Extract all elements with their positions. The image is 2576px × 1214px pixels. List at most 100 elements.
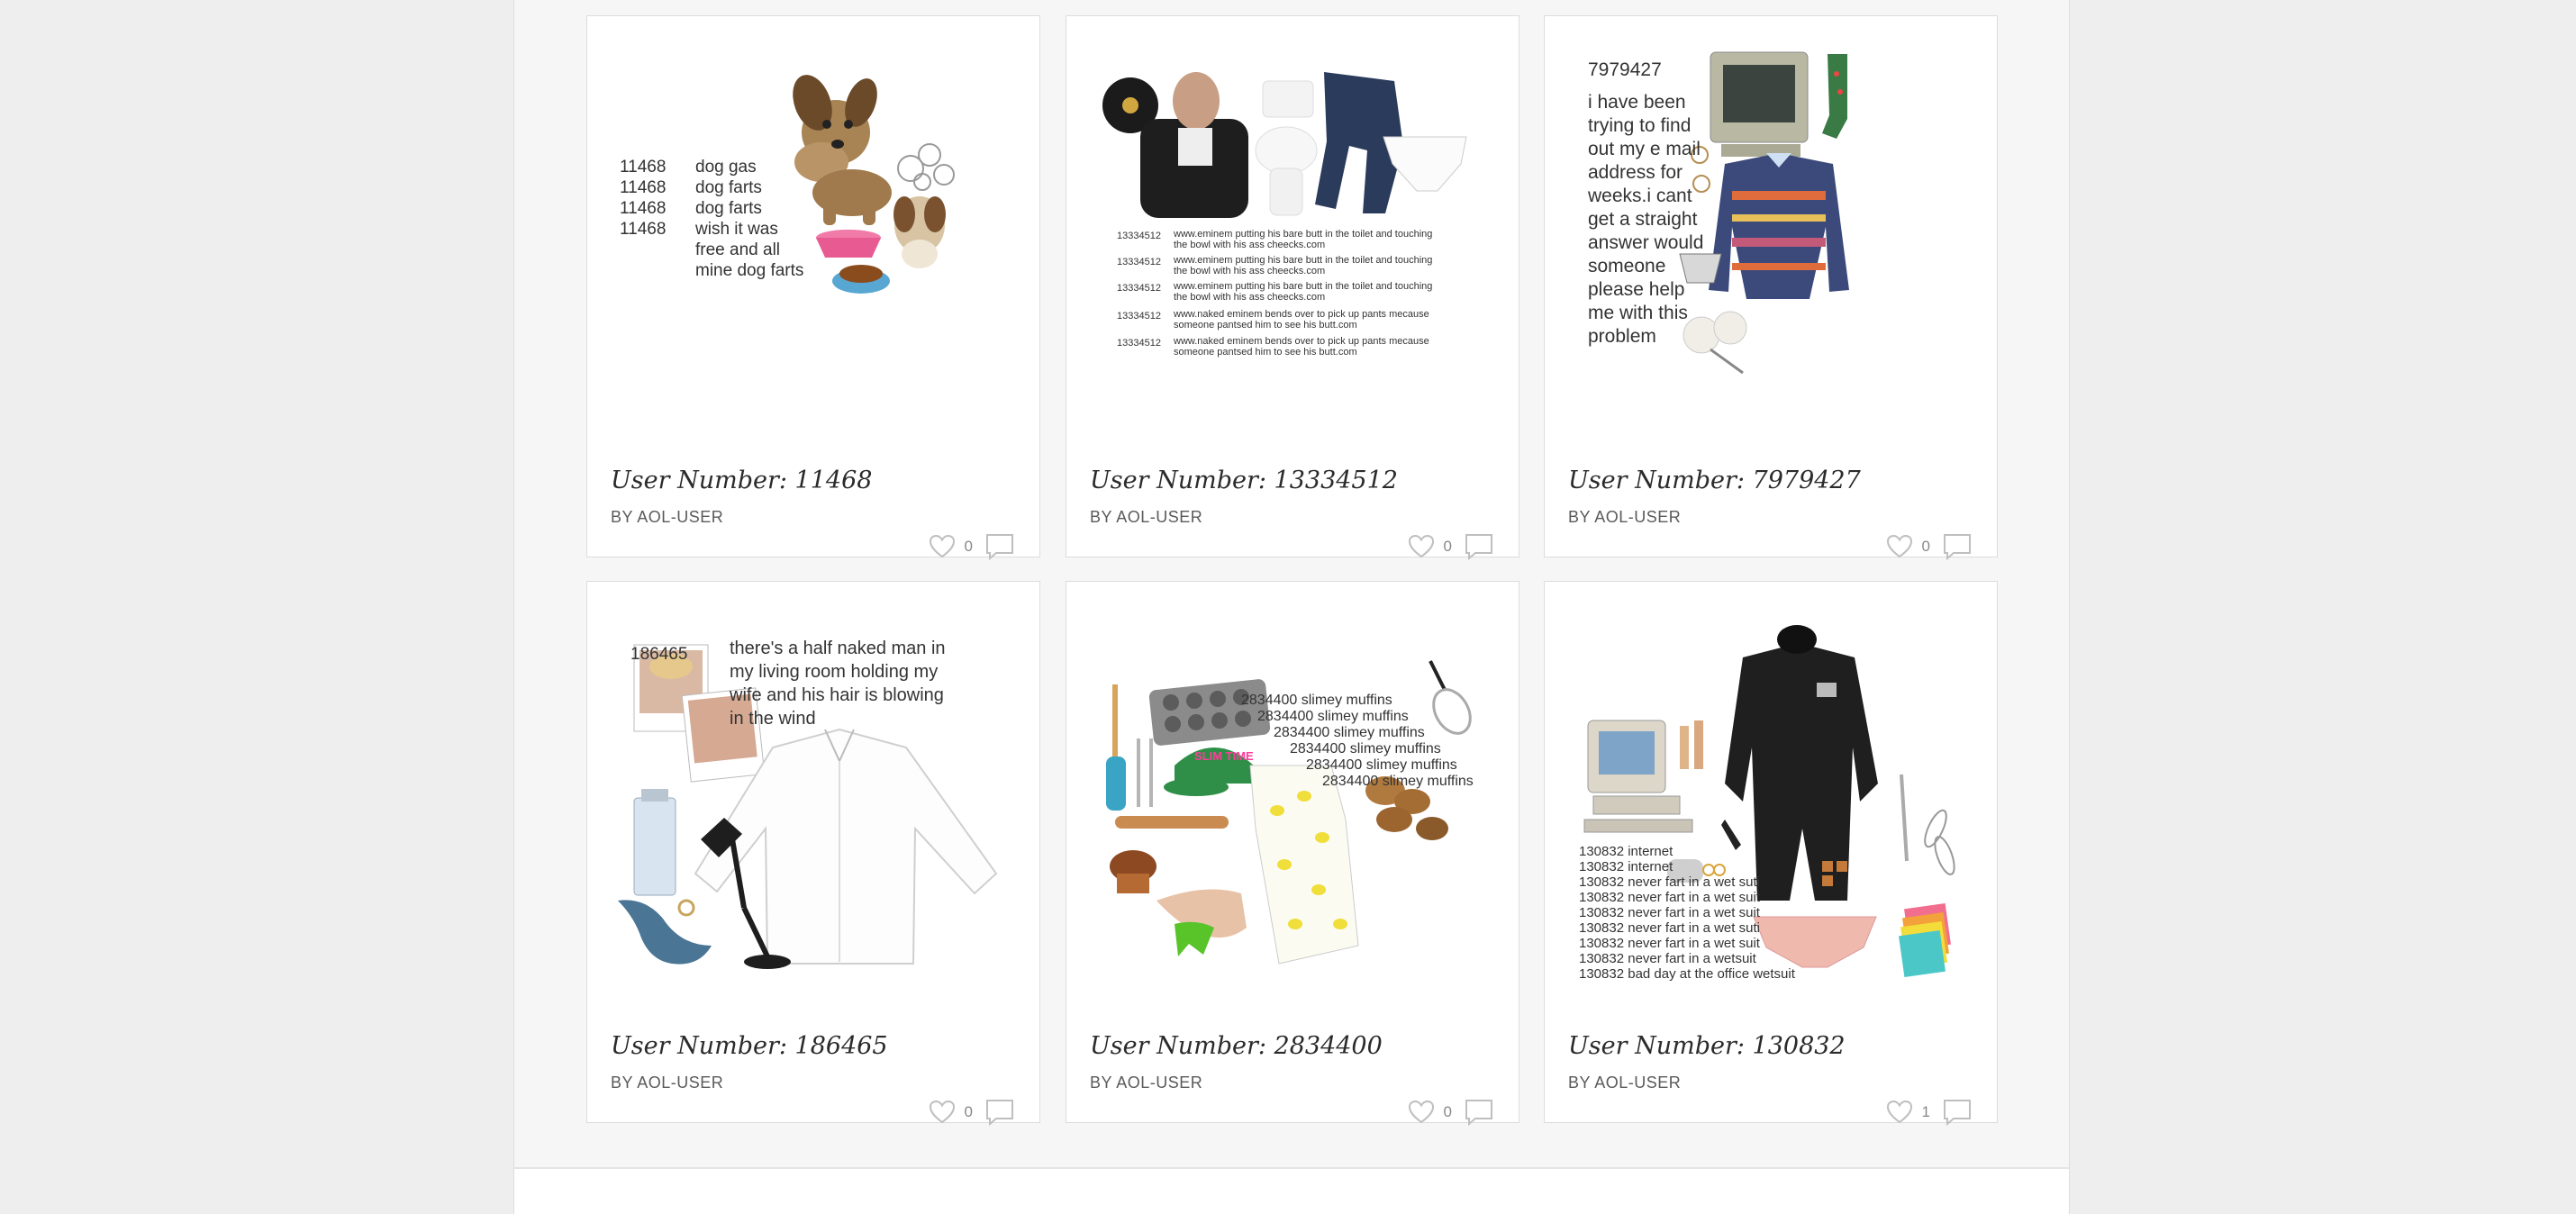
card-author[interactable]: BY AOL-USER <box>1568 1074 1681 1092</box>
collage-text-line: out my e mail <box>1588 139 1701 159</box>
collage-text-line: 130832 internet <box>1579 844 1673 859</box>
wetsuit-image <box>1725 625 1878 901</box>
slime-time-cap-image: SLIM TIME <box>1164 747 1254 796</box>
collection-card[interactable]: 186465 there's a half naked man in my li… <box>586 581 1040 1126</box>
like-count: 1 <box>1921 1103 1930 1120</box>
collage-text-line: 130832 never fart in a wet suit <box>1579 890 1761 905</box>
collage-image[interactable]: 7979427 i have been trying to find out m… <box>1566 38 1977 434</box>
card-title[interactable]: User Number: 13334512 <box>1090 467 1486 494</box>
collection-card[interactable]: SLIM TIME 2834400 slimey muffins 2834400… <box>1066 581 1519 1126</box>
collage-text-line: 11468 <box>620 220 666 239</box>
socks-image <box>1822 54 1847 139</box>
collage-text-line: 130832 never fart in a wet suti <box>1579 874 1760 890</box>
cupcake-image <box>1110 850 1156 893</box>
collection-card[interactable]: 130832 internet 130832 internet 130832 n… <box>1544 581 1998 1126</box>
footer-panel <box>513 1167 2070 1214</box>
card-author[interactable]: BY AOL-USER <box>1090 508 1202 527</box>
collage-image[interactable]: 13334512 www.eminem putting his bare but… <box>1088 38 1499 434</box>
collage-text-line: 130832 never fart in a wet suit <box>1579 905 1761 920</box>
collage-text-line: someone pantsed him to see his butt.com <box>1174 347 1357 358</box>
heart-icon[interactable] <box>929 1100 956 1125</box>
underwear-image <box>1753 916 1877 968</box>
collage-image[interactable]: 11468 11468 11468 11468 dog gas dog fart… <box>609 38 1020 434</box>
collage-text-line: 11468 <box>620 158 666 177</box>
collection-card[interactable]: 11468 11468 11468 11468 dog gas dog fart… <box>586 15 1040 560</box>
sweater-image <box>1709 153 1849 299</box>
card-actions: 1 <box>1886 1099 1972 1126</box>
collage-image[interactable]: 186465 there's a half naked man in my li… <box>609 603 1020 1000</box>
collection-card[interactable]: 13334512 www.eminem putting his bare but… <box>1066 15 1519 560</box>
comment-icon[interactable] <box>1943 1099 1972 1126</box>
like-count: 0 <box>964 1103 973 1120</box>
comment-icon[interactable] <box>1465 1099 1493 1126</box>
pompom-image <box>1683 311 1747 375</box>
collage-canvas: SLIM TIME 2834400 slimey muffins 2834400… <box>1106 660 1474 965</box>
comment-icon[interactable] <box>1465 533 1493 560</box>
spatula-image <box>1106 684 1126 811</box>
puppy-image <box>893 196 946 268</box>
heart-icon[interactable] <box>1886 1100 1913 1125</box>
collage-canvas: 186465 there's a half naked man in my li… <box>618 639 998 969</box>
pen-image <box>1900 774 1909 862</box>
fart-cloud <box>897 143 955 191</box>
collage-image[interactable]: SLIM TIME 2834400 slimey muffins 2834400… <box>1088 603 1499 1000</box>
card-title[interactable]: User Number: 130832 <box>1568 1032 1964 1060</box>
whale-image <box>618 900 712 965</box>
card-actions: 0 <box>929 1099 1014 1126</box>
heart-icon[interactable] <box>929 534 956 559</box>
collage-text-line: the bowl with his ass cheecks.com <box>1174 266 1325 276</box>
muffin-tin-image <box>1148 679 1271 746</box>
card-author[interactable]: BY AOL-USER <box>1568 508 1681 527</box>
slime-time-logo: SLIM TIME <box>1194 749 1254 763</box>
cologne-bottle-image <box>633 789 676 896</box>
collage-text-line: please help <box>1588 279 1684 300</box>
heart-icon[interactable] <box>1886 534 1913 559</box>
heart-icon[interactable] <box>1408 534 1435 559</box>
comment-icon[interactable] <box>985 533 1014 560</box>
rolling-pin-image <box>1115 816 1229 829</box>
card-title[interactable]: User Number: 7979427 <box>1568 467 1964 494</box>
like-count: 0 <box>1443 1103 1452 1120</box>
dog-bowl-food <box>832 265 890 294</box>
card-actions: 0 <box>1408 533 1493 560</box>
collage-text-line: someone pantsed him to see his butt.com <box>1174 320 1357 331</box>
collage-text-line: 186465 <box>630 645 687 664</box>
card-author[interactable]: BY AOL-USER <box>1090 1074 1202 1092</box>
comment-icon[interactable] <box>985 1099 1014 1126</box>
collage-text-line: dog farts <box>695 199 762 218</box>
toilet-image <box>1255 80 1318 216</box>
collage-text-line: 13334512 <box>1117 231 1161 241</box>
collage-text-line: www.eminem putting his bare butt in the … <box>1173 229 1432 240</box>
card-author[interactable]: BY AOL-USER <box>611 1074 723 1092</box>
collage-text-line: www.eminem putting his bare butt in the … <box>1173 255 1432 266</box>
collage-text-line: me with this <box>1588 303 1688 323</box>
card-title[interactable]: User Number: 186465 <box>611 1032 1007 1060</box>
collage-image[interactable]: 130832 internet 130832 internet 130832 n… <box>1566 603 1977 1000</box>
collection-card[interactable]: 7979427 i have been trying to find out m… <box>1544 15 1998 560</box>
card-title[interactable]: User Number: 2834400 <box>1090 1032 1486 1060</box>
man-in-jacket-image <box>1140 72 1248 218</box>
teacup-image <box>1679 253 1722 284</box>
computer-monitor-image <box>1710 51 1809 157</box>
collage-text-line: trying to find <box>1588 115 1691 136</box>
collage-text-line: someone <box>1588 256 1665 276</box>
card-author[interactable]: BY AOL-USER <box>611 508 723 527</box>
collage-canvas: 7979427 i have been trying to find out m… <box>1587 51 1849 375</box>
collage-text: 13334512 www.eminem putting his bare but… <box>1117 229 1432 358</box>
collage-text-line: 130832 never fart in a wet suti <box>1579 920 1760 936</box>
collage-text-line: 130832 never fart in a wetsuit <box>1579 951 1757 966</box>
like-count: 0 <box>964 538 973 555</box>
comment-icon[interactable] <box>1943 533 1972 560</box>
collage-text-line: 13334512 <box>1117 283 1161 294</box>
briefs-image <box>1383 136 1467 192</box>
collage-text-line: 2834400 slimey muffins <box>1241 693 1392 708</box>
collage-text-line: problem <box>1588 326 1656 347</box>
collage-text-line: the bowl with his ass cheecks.com <box>1174 292 1325 303</box>
ring-image <box>677 899 695 917</box>
collage-text-line: 2834400 slimey muffins <box>1290 741 1441 756</box>
card-title[interactable]: User Number: 11468 <box>611 467 1007 494</box>
collage-text-line: wife and his hair is blowing <box>729 685 944 705</box>
collage-text-line: 13334512 <box>1117 338 1161 349</box>
slime-hand-image <box>1156 889 1247 956</box>
heart-icon[interactable] <box>1408 1100 1435 1125</box>
